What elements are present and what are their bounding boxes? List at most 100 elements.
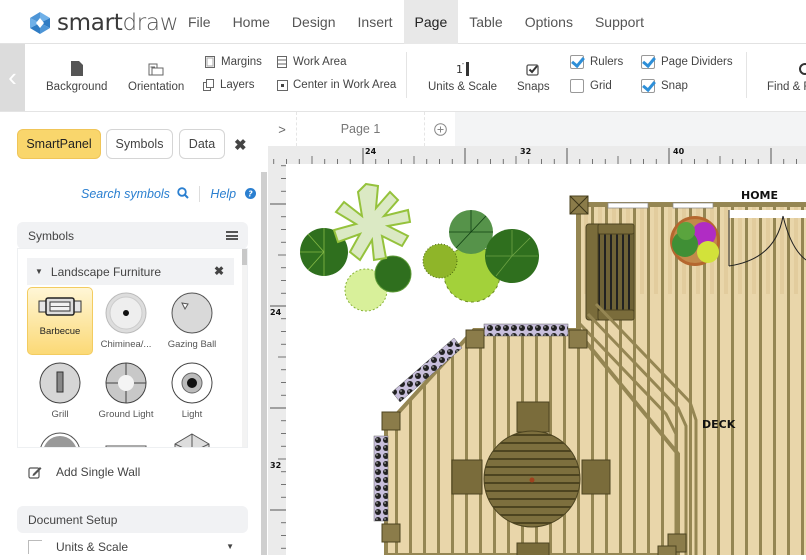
page-dividers-checkbox[interactable]: Page Dividers	[641, 55, 733, 69]
center-icon	[276, 79, 288, 91]
home-label[interactable]: HOME	[741, 189, 778, 202]
symbol-grill[interactable]: Grill	[27, 357, 93, 425]
menu-file[interactable]: File	[177, 0, 222, 44]
ruler-label-32: 32	[270, 461, 282, 470]
symbol-barbecue[interactable]: Barbecue	[27, 287, 93, 355]
help-link[interactable]: Help ?	[210, 187, 256, 201]
tab-data[interactable]: Data	[179, 129, 225, 159]
menu-options[interactable]: Options	[514, 0, 584, 44]
page-dividers-check[interactable]	[641, 55, 655, 69]
symbols-section-title: Symbols	[28, 228, 75, 243]
snap-label: Snap	[661, 80, 688, 92]
tab-symbols[interactable]: Symbols	[106, 129, 173, 159]
symbol-partial[interactable]	[159, 427, 225, 447]
remove-library-icon[interactable]: ✖	[214, 264, 224, 278]
landscape-drawing[interactable]	[286, 164, 806, 555]
symbol-light[interactable]: Light	[159, 357, 225, 425]
find-replace-label: Find & R	[767, 81, 806, 93]
help-icon: ?	[244, 188, 256, 199]
logo-icon	[30, 12, 50, 34]
add-page-button[interactable]	[425, 112, 455, 146]
ribbon-collapse-button[interactable]: ‹	[0, 44, 25, 111]
ruler-ticks	[270, 165, 286, 549]
snap-check[interactable]	[641, 79, 655, 93]
symbol-gazing-ball[interactable]: Gazing Ball	[159, 287, 225, 355]
menu-bar: smartdraw File Home Design Insert Page T…	[0, 0, 806, 44]
deck-post	[657, 545, 677, 555]
layers-button[interactable]: Layers	[203, 79, 255, 91]
library-header-landscape-furniture[interactable]: ▼ Landscape Furniture ✖	[27, 258, 234, 285]
expand-pages-button[interactable]: >	[268, 112, 297, 146]
dropdown-arrow-icon[interactable]: ▼	[226, 542, 234, 551]
menu-table[interactable]: Table	[458, 0, 513, 44]
orientation-button[interactable]: Orientation	[128, 58, 184, 93]
units-scale-button[interactable]: 1 " Units & Scale	[428, 58, 497, 93]
page-fill-icon	[70, 58, 83, 76]
menu-support[interactable]: Support	[584, 0, 655, 44]
menu-home[interactable]: Home	[222, 0, 281, 44]
horizontal-ruler[interactable]: 24 32 40	[268, 146, 806, 164]
document-setup-header[interactable]: Document Setup	[17, 506, 248, 533]
left-panel-scrollbar[interactable]	[261, 172, 267, 555]
symbols-section-header[interactable]: Symbols	[17, 222, 248, 249]
page-tabs-bar: > Page 1	[268, 112, 806, 146]
ruler-ticks	[273, 148, 797, 164]
symbol-ground-light[interactable]: Ground Light	[93, 357, 159, 425]
tree-cluster-2[interactable]	[422, 210, 539, 303]
menu-insert[interactable]: Insert	[347, 0, 404, 44]
page-tab-1[interactable]: Page 1	[297, 112, 425, 146]
symbol-label: Grill	[51, 409, 69, 420]
scrollbar-thumb[interactable]	[242, 249, 247, 265]
rulers-checkbox[interactable]: Rulers	[570, 55, 623, 69]
ribbon-separator	[406, 52, 407, 98]
center-label: Center in Work Area	[293, 79, 397, 91]
margins-icon	[204, 56, 216, 68]
margins-label: Margins	[221, 56, 262, 68]
hamburger-menu-icon[interactable]	[226, 231, 238, 240]
grid-checkbox[interactable]: Grid	[570, 79, 612, 93]
symbol-partial[interactable]	[27, 427, 93, 447]
symbol-label: Light	[181, 409, 203, 420]
symbol-partial[interactable]	[93, 427, 159, 447]
work-area-icon	[276, 56, 288, 68]
grill-icon	[39, 362, 81, 404]
center-in-work-area-button[interactable]: Center in Work Area	[276, 79, 396, 91]
rulers-check[interactable]	[570, 55, 584, 69]
vertical-ruler[interactable]: 24 32	[268, 164, 286, 555]
find-icon	[767, 58, 806, 76]
deck-label[interactable]: DECK	[702, 418, 735, 431]
symbol-library: ▼ Landscape Furniture ✖ Barbecue Chimine…	[17, 248, 248, 448]
find-replace-button[interactable]: Find & R	[767, 58, 806, 93]
add-single-wall-button[interactable]: Add Single Wall	[28, 465, 140, 479]
grid-label: Grid	[590, 80, 612, 92]
svg-text:?: ?	[248, 190, 253, 199]
ground-light-icon	[105, 362, 147, 404]
work-area-button[interactable]: Work Area	[276, 56, 346, 68]
symbol-label: Gazing Ball	[167, 339, 217, 350]
menu-page[interactable]: Page	[403, 0, 459, 44]
umbrella-icon	[174, 433, 210, 447]
background-label: Background	[46, 81, 108, 93]
chiminea-icon	[105, 292, 147, 334]
library-scrollbar[interactable]	[242, 249, 247, 447]
tab-smartpanel[interactable]: SmartPanel	[17, 129, 101, 159]
light-icon	[171, 362, 213, 404]
rect-symbol-icon	[105, 445, 147, 447]
page-dividers-label: Page Dividers	[661, 56, 733, 68]
tree-cluster-1[interactable]	[300, 182, 412, 312]
search-symbols-link[interactable]: Search symbols	[81, 187, 190, 201]
drawing-canvas[interactable]: HOME DECK	[286, 164, 806, 555]
units-scale-row[interactable]: Units & Scale ▼	[28, 540, 238, 554]
close-panel-icon[interactable]: ✖	[234, 136, 247, 154]
snaps-button[interactable]: Snaps	[517, 58, 550, 93]
add-wall-label: Add Single Wall	[56, 465, 141, 479]
ribbon-separator	[746, 52, 747, 98]
menu-design[interactable]: Design	[281, 0, 347, 44]
smartdraw-logo[interactable]: smartdraw	[28, 10, 179, 36]
grid-check[interactable]	[570, 79, 584, 93]
snap-checkbox[interactable]: Snap	[641, 79, 688, 93]
symbol-chiminea[interactable]: Chiminea/...	[93, 287, 159, 355]
snaps-label: Snaps	[517, 81, 550, 93]
background-button[interactable]: Background	[46, 58, 107, 93]
margins-button[interactable]: Margins	[204, 56, 262, 68]
